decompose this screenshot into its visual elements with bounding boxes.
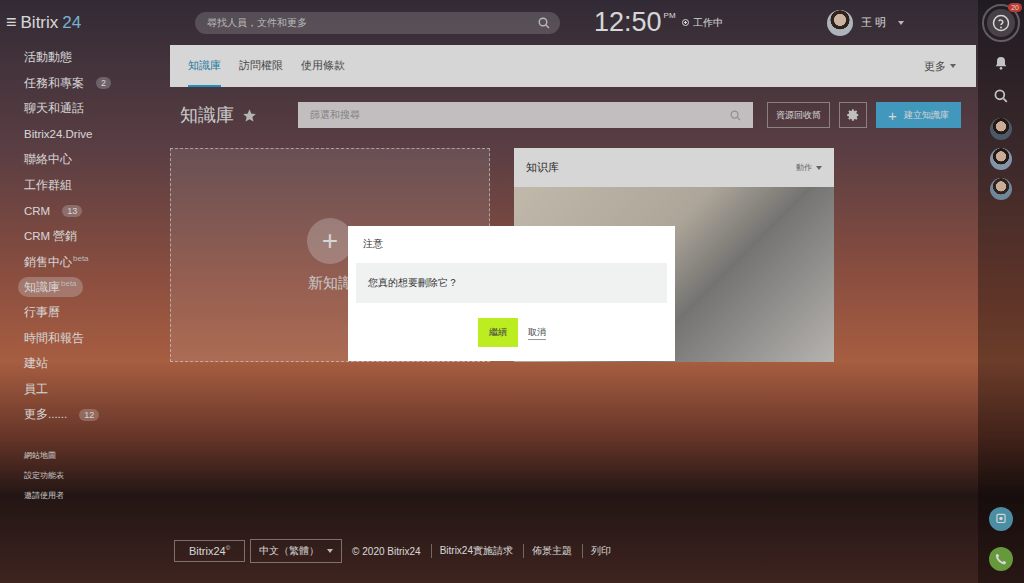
dialog-message: 您真的想要刪除它？ [356,263,667,303]
confirm-dialog: 注意 您真的想要刪除它？ 繼續取消 [348,226,675,361]
continue-button[interactable]: 繼續 [478,318,518,347]
cancel-button[interactable]: 取消 [528,326,546,340]
dialog-title: 注意 [356,237,667,251]
screen: ≡ Bitrix 24 活動動態 任務和專案 2聊天和通話 Bitrix24.D… [0,0,1024,583]
